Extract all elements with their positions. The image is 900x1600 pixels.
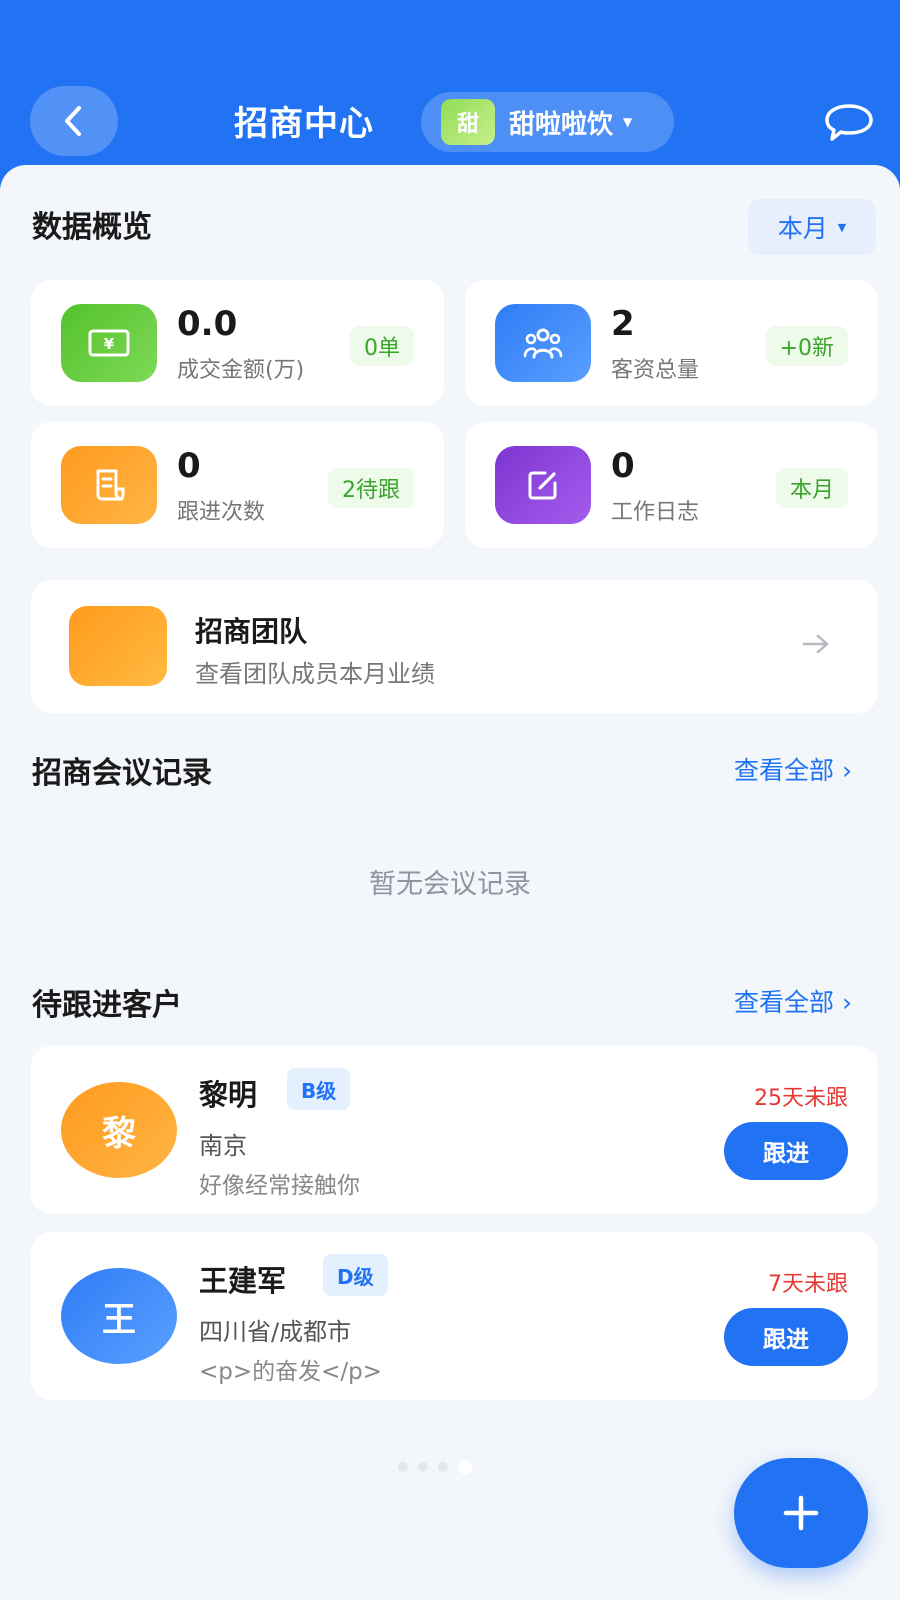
team-subtitle: 查看团队成员本月业绩 [195,660,435,688]
caret-down-icon: ▼ [837,220,847,234]
brand-selector[interactable]: 甜 甜啦啦饮 ▼ [421,92,674,152]
edit-icon [495,446,591,524]
customer-note: 好像经常接触你 [199,1173,360,1199]
stat-value: 0 [611,446,635,486]
stat-card-customer-total[interactable]: 2 客资总量 +0新 [465,280,878,406]
customer-name: 黎明 [199,1078,258,1112]
stat-card-deal-amount[interactable]: ¥ 0.0 成交金额(万) 0单 [31,280,444,406]
level-badge: D级 [323,1254,388,1296]
team-title: 招商团队 [195,615,308,648]
level-badge: B级 [287,1068,351,1110]
page-dot[interactable] [438,1462,448,1472]
page-dot-active[interactable] [458,1460,472,1474]
customer-note: <p>的奋发</p> [199,1359,383,1385]
chevron-right-icon: › [834,988,852,1017]
message-button[interactable] [822,100,876,146]
people-icon [495,304,591,382]
stat-badge: 2待跟 [328,468,414,508]
stat-label: 跟进次数 [177,500,266,525]
team-icon [69,606,167,686]
customers-view-all-link[interactable]: 查看全部 › [734,983,852,1019]
chevron-right-icon: › [834,756,852,785]
customers-title: 待跟进客户 [32,988,182,1023]
follow-button[interactable]: 跟进 [724,1308,848,1366]
overdue-status: 25天未跟 [754,1086,848,1111]
document-icon [61,446,157,524]
follow-button[interactable]: 跟进 [724,1122,848,1180]
caret-down-icon: ▼ [623,115,633,129]
chevron-left-icon [65,106,81,136]
view-all-label: 查看全部 [734,988,835,1017]
stat-badge: +0新 [765,326,848,366]
meetings-title: 招商会议记录 [32,756,212,791]
overdue-status: 7天未跟 [768,1272,848,1297]
page-dot[interactable] [418,1462,428,1472]
view-all-label: 查看全部 [734,756,835,785]
meetings-view-all-link[interactable]: 查看全部 › [734,751,852,787]
page-title: 招商中心 [234,104,374,144]
stat-label: 成交金额(万) [177,358,305,383]
stat-card-work-log[interactable]: 0 工作日志 本月 [465,422,878,548]
yuan-bill-icon: ¥ [61,304,157,382]
brand-logo: 甜 [441,99,495,145]
arrow-right-icon [801,632,831,660]
empty-meetings-text: 暂无会议记录 [369,869,531,900]
stat-label: 客资总量 [611,358,700,383]
stat-badge: 0单 [350,326,414,366]
plus-icon [783,1495,819,1531]
period-label: 本月 [777,214,828,243]
avatar: 黎 [61,1082,177,1178]
customer-card[interactable]: 王 王建军 D级 四川省/成都市 <p>的奋发</p> 7天未跟 跟进 [31,1232,878,1400]
page-dot[interactable] [398,1462,408,1472]
stat-label: 工作日志 [611,500,700,525]
overview-title: 数据概览 [32,210,152,245]
stat-value: 0 [177,446,201,486]
customer-card[interactable]: 黎 黎明 B级 南京 好像经常接触你 25天未跟 跟进 [31,1046,878,1214]
period-selector[interactable]: 本月 ▼ [748,199,876,255]
page-indicator [398,1460,472,1474]
avatar: 王 [61,1268,177,1364]
stat-card-follow-count[interactable]: 0 跟进次数 2待跟 [31,422,444,548]
customer-city: 南京 [199,1132,247,1160]
stat-badge: 本月 [775,468,848,508]
chat-bubble-icon [825,104,873,141]
stat-value: 2 [611,304,635,344]
svg-text:¥: ¥ [104,335,115,353]
back-button[interactable] [30,86,118,156]
customer-city: 四川省/成都市 [199,1318,352,1346]
stat-value: 0.0 [177,304,238,344]
customer-name: 王建军 [199,1264,287,1298]
add-button[interactable] [734,1458,868,1568]
team-card[interactable]: 招商团队 查看团队成员本月业绩 [31,580,878,713]
brand-name: 甜啦啦饮 [509,109,614,140]
